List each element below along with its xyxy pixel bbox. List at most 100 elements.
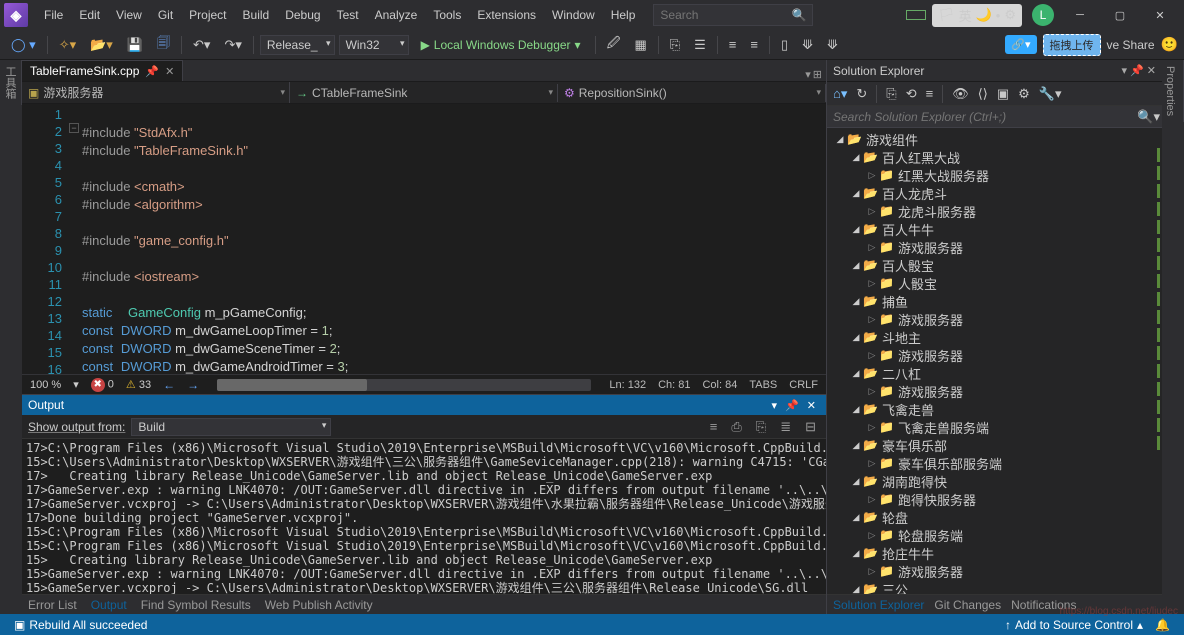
chevron-down-icon[interactable]: ◢	[849, 440, 863, 451]
code-content[interactable]: #include "StdAfx.h" #include "TableFrame…	[82, 104, 826, 374]
tree-row[interactable]: ◢📂飞禽走兽	[827, 400, 1162, 418]
next-icon[interactable]: →	[187, 378, 199, 392]
tree-row[interactable]: ▷📁游戏服务器	[827, 310, 1162, 328]
chevron-right-icon[interactable]: ▷	[865, 206, 879, 217]
chevron-down-icon[interactable]: ◢	[849, 404, 863, 415]
sol-icon-8[interactable]: ▣	[995, 84, 1011, 104]
menu-extensions[interactable]: Extensions	[469, 4, 544, 26]
nav-method-dropdown[interactable]: ⚙RepositionSink()	[558, 84, 826, 102]
chevron-right-icon[interactable]: ▷	[865, 278, 879, 289]
tree-row[interactable]: ▷📁豪车俱乐部服务端	[827, 454, 1162, 472]
chevron-right-icon[interactable]: ▷	[865, 422, 879, 433]
chevron-right-icon[interactable]: ▷	[865, 386, 879, 397]
tree-row[interactable]: ◢📂百人龙虎斗	[827, 184, 1162, 202]
sol-icon-5[interactable]: ≡	[924, 84, 936, 103]
start-debug-button[interactable]: ▶ Local Windows Debugger ▾	[413, 35, 589, 55]
tree-row[interactable]: ▷📁游戏服务器	[827, 562, 1162, 580]
chevron-right-icon[interactable]: ▷	[865, 566, 879, 577]
chevron-down-icon[interactable]: ◢	[849, 188, 863, 199]
build-status[interactable]: ▣ Rebuild All succeeded	[8, 618, 153, 632]
tree-row[interactable]: ◢📂轮盘	[827, 508, 1162, 526]
sol-icon-7[interactable]: ⟨⟩	[976, 84, 990, 104]
output-from-dropdown[interactable]: Build	[131, 418, 331, 436]
search-input[interactable]	[660, 8, 791, 22]
out-icon-5[interactable]: ⊟	[801, 417, 820, 437]
out-icon-4[interactable]: ≣	[776, 417, 795, 437]
sol-close-icon[interactable]: ✕	[1147, 64, 1156, 77]
prev-icon[interactable]: ←	[163, 378, 175, 392]
error-badge[interactable]: ✖	[91, 378, 105, 392]
tree-row[interactable]: ▷📁游戏服务器	[827, 346, 1162, 364]
tree-row[interactable]: ▷📁龙虎斗服务器	[827, 202, 1162, 220]
tab-options-icon[interactable]: ⊞	[813, 68, 822, 81]
tree-row[interactable]: ◢📂湖南跑得快	[827, 472, 1162, 490]
menu-window[interactable]: Window	[544, 4, 603, 26]
menu-git[interactable]: Git	[150, 4, 181, 26]
code-editor[interactable]: 123456789101112131415161718192021 − − #i…	[22, 104, 826, 374]
tb-icon-2[interactable]: ▦	[629, 34, 651, 56]
zoom-dd-icon[interactable]: ▾	[73, 378, 79, 391]
tb-icon-8[interactable]: ⟱	[797, 34, 818, 56]
chevron-down-icon[interactable]: ◢	[833, 134, 847, 145]
user-avatar[interactable]: L	[1032, 4, 1054, 26]
toolbox-tab[interactable]: 工具箱	[0, 60, 22, 105]
maximize-button[interactable]: ▢	[1100, 1, 1140, 29]
pin-icon[interactable]: 📌	[145, 65, 159, 78]
chevron-right-icon[interactable]: ▷	[865, 314, 879, 325]
sol-tab[interactable]: Solution Explorer	[833, 598, 924, 612]
tree-row[interactable]: ◢📂游戏组件	[827, 130, 1162, 148]
sol-icon-3[interactable]: ⎘	[884, 84, 898, 104]
chevron-down-icon[interactable]: ◢	[849, 296, 863, 307]
feedback-icon[interactable]: 🙂	[1161, 36, 1178, 53]
pin-icon[interactable]: 📌	[785, 399, 799, 412]
menu-build[interactable]: Build	[235, 4, 278, 26]
undo-icon[interactable]: ↶▾	[188, 34, 215, 56]
menu-help[interactable]: Help	[603, 4, 644, 26]
tree-row[interactable]: ▷📁人骰宝	[827, 274, 1162, 292]
sol-icon-4[interactable]: ⟲	[904, 84, 919, 104]
save-all-icon[interactable]: 🗐	[152, 31, 175, 59]
output-tab[interactable]: Error List	[28, 598, 77, 612]
chevron-right-icon[interactable]: ▷	[865, 458, 879, 469]
tree-row[interactable]: ▷📁红黑大战服务器	[827, 166, 1162, 184]
sol-icon-9[interactable]: ⚙	[1016, 84, 1032, 104]
menu-debug[interactable]: Debug	[277, 4, 328, 26]
nav-class-dropdown[interactable]: →CTableFrameSink	[290, 84, 558, 102]
sol-home-icon[interactable]: ⌂▾	[831, 84, 849, 104]
sol-search[interactable]: 🔍▾	[827, 106, 1162, 128]
menu-project[interactable]: Project	[181, 4, 234, 26]
chevron-down-icon[interactable]: ◢	[849, 224, 863, 235]
h-scrollbar[interactable]	[217, 379, 591, 391]
nav-scope-dropdown[interactable]: ▣游戏服务器	[22, 82, 290, 103]
tree-row[interactable]: ▷📁游戏服务器	[827, 382, 1162, 400]
tree-row[interactable]: ▷📁游戏服务器	[827, 238, 1162, 256]
liveshare-link-button[interactable]: 🔗▾	[1005, 35, 1036, 54]
tree-row[interactable]: ◢📂斗地主	[827, 328, 1162, 346]
tb-icon-6[interactable]: ≡	[745, 34, 763, 55]
chevron-right-icon[interactable]: ▷	[865, 494, 879, 505]
out-icon-1[interactable]: ≡	[706, 417, 722, 436]
redo-icon[interactable]: ↷▾	[219, 34, 246, 56]
chevron-right-icon[interactable]: ▷	[865, 530, 879, 541]
platform-dropdown[interactable]: Win32	[339, 35, 409, 55]
menu-file[interactable]: File	[36, 4, 71, 26]
tree-row[interactable]: ▷📁飞禽走兽服务端	[827, 418, 1162, 436]
tree-row[interactable]: ◢📂抢庄牛牛	[827, 544, 1162, 562]
file-tab[interactable]: TableFrameSink.cpp 📌 ✕	[22, 60, 183, 81]
ime-indicator[interactable]: 🏳 英 🌙 • ⚙	[932, 4, 1022, 27]
tb-icon-7[interactable]: ▯	[776, 34, 793, 56]
minimize-button[interactable]: ─	[1060, 1, 1100, 29]
tb-icon-4[interactable]: ☰	[689, 34, 711, 56]
panel-close-icon[interactable]: ✕	[807, 399, 816, 412]
tree-row[interactable]: ◢📂捕鱼	[827, 292, 1162, 310]
out-icon-3[interactable]: ⎘	[752, 417, 770, 437]
output-body[interactable]: 17>C:\Program Files (x86)\Microsoft Visu…	[22, 439, 826, 594]
chevron-down-icon[interactable]: ◢	[849, 476, 863, 487]
tree-row[interactable]: ▷📁轮盘服务端	[827, 526, 1162, 544]
chevron-right-icon[interactable]: ▷	[865, 242, 879, 253]
tree-row[interactable]: ◢📂百人红黑大战	[827, 148, 1162, 166]
search-box[interactable]: 🔍	[653, 4, 813, 26]
menu-analyze[interactable]: Analyze	[367, 4, 426, 26]
close-button[interactable]: ✕	[1140, 1, 1180, 29]
tree-row[interactable]: ◢📂百人牛牛	[827, 220, 1162, 238]
